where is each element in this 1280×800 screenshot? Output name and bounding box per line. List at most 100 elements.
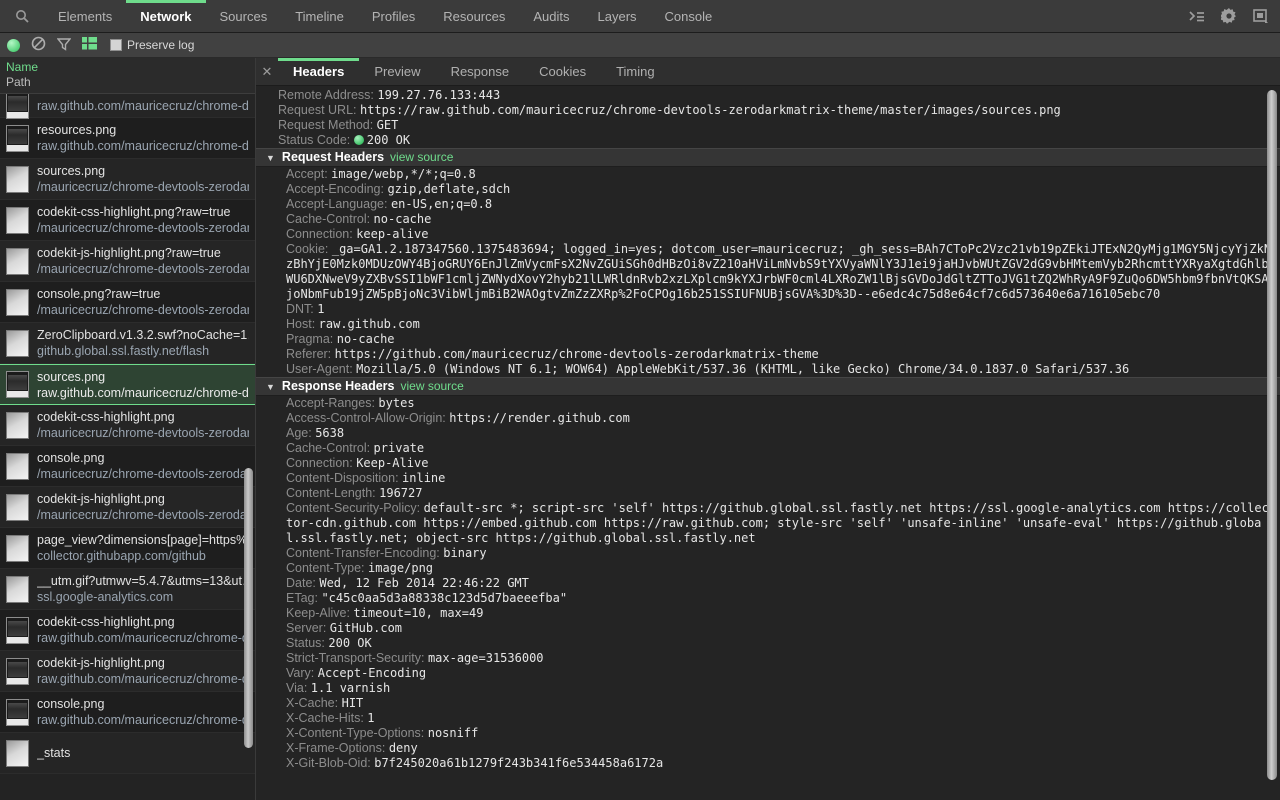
- request-name: console.png?raw=true: [37, 286, 249, 302]
- tab-timeline[interactable]: Timeline: [281, 0, 358, 32]
- request-list-scrollbar[interactable]: [244, 468, 253, 748]
- tab-audits[interactable]: Audits: [519, 0, 583, 32]
- tab-sources[interactable]: Sources: [206, 0, 282, 32]
- header-row: Pragma: no-cache: [256, 332, 1280, 347]
- request-list-panel: Name Path raw.github.com/mauricecruz/chr…: [0, 58, 256, 800]
- request-thumbnail-icon: [6, 125, 29, 152]
- header-row: Content-Length: 196727: [256, 486, 1280, 501]
- header-value: inline: [402, 471, 445, 485]
- header-row: X-Cache: HIT: [256, 696, 1280, 711]
- tab-elements[interactable]: Elements: [44, 0, 126, 32]
- header-row: Vary: Accept-Encoding: [256, 666, 1280, 681]
- preserve-log-checkbox[interactable]: [110, 39, 122, 51]
- header-name: X-Git-Blob-Oid:: [286, 756, 374, 770]
- header-value: default-src *; script-src 'self' https:/…: [286, 501, 1269, 545]
- request-list-item[interactable]: sources.pngraw.github.com/mauricecruz/ch…: [0, 364, 255, 405]
- header-name: X-Content-Type-Options:: [286, 726, 428, 740]
- header-value: b7f245020a61b1279f243b341f6e534458a6172a: [374, 756, 663, 770]
- header-name: DNT:: [286, 302, 317, 316]
- view-source-link[interactable]: view source: [400, 379, 463, 393]
- status-ok-dot-icon: [354, 135, 364, 145]
- tab-cookies[interactable]: Cookies: [524, 58, 601, 85]
- request-list-item[interactable]: codekit-js-highlight.pngraw.github.com/m…: [0, 651, 255, 692]
- header-row: Host: raw.github.com: [256, 317, 1280, 332]
- request-list-item[interactable]: sources.png/mauricecruz/chrome-devtools-…: [0, 159, 255, 200]
- request-thumbnail-icon: [6, 289, 29, 316]
- use-large-rows-icon[interactable]: [82, 37, 97, 53]
- request-text: resources.pngraw.github.com/mauricecruz/…: [37, 122, 249, 154]
- dock-window-icon[interactable]: [1248, 3, 1274, 29]
- column-name-label: Name: [6, 60, 249, 75]
- header-row: Cache-Control: no-cache: [256, 212, 1280, 227]
- request-headers-section-header[interactable]: ▼ Request Headers view source: [256, 148, 1280, 167]
- request-list-item[interactable]: codekit-css-highlight.pngraw.github.com/…: [0, 610, 255, 651]
- tab-response[interactable]: Response: [436, 58, 525, 85]
- tab-network[interactable]: Network: [126, 0, 205, 32]
- request-list-item[interactable]: __utm.gif?utmwv=5.4.7&utms=13&ut…ssl.goo…: [0, 569, 255, 610]
- network-toolbar: Preserve log: [0, 33, 1280, 58]
- request-list-item[interactable]: console.png/mauricecruz/chrome-devtools-…: [0, 446, 255, 487]
- request-name: codekit-css-highlight.png: [37, 614, 249, 630]
- header-name: Age:: [286, 426, 315, 440]
- request-list-item[interactable]: codekit-css-highlight.png/mauricecruz/ch…: [0, 405, 255, 446]
- request-path: ssl.google-analytics.com: [37, 589, 249, 605]
- header-row: Content-Security-Policy: default-src *; …: [256, 501, 1280, 546]
- request-list-item[interactable]: console.pngraw.github.com/mauricecruz/ch…: [0, 692, 255, 733]
- request-name: __utm.gif?utmwv=5.4.7&utms=13&ut…: [37, 573, 249, 589]
- request-list-item[interactable]: codekit-js-highlight.png/mauricecruz/chr…: [0, 487, 255, 528]
- tab-label: Console: [665, 9, 713, 24]
- record-dot-icon[interactable]: [7, 39, 20, 52]
- header-name: Host:: [286, 317, 319, 331]
- tab-layers[interactable]: Layers: [584, 0, 651, 32]
- view-source-link[interactable]: view source: [390, 150, 453, 164]
- header-value: https://github.com/mauricecruz/chrome-de…: [335, 347, 819, 361]
- request-list-item[interactable]: page_view?dimensions[page]=https%…collec…: [0, 528, 255, 569]
- tab-label: Audits: [533, 9, 569, 24]
- header-row: Request URL: https://raw.github.com/maur…: [256, 103, 1280, 118]
- header-name: Accept-Language:: [286, 197, 391, 211]
- header-name: Cache-Control:: [286, 212, 374, 226]
- request-list[interactable]: raw.github.com/mauricecruz/chrome-de reso…: [0, 94, 255, 800]
- response-headers-section-header[interactable]: ▼ Response Headers view source: [256, 377, 1280, 396]
- request-path: /mauricecruz/chrome-devtools-zerodark: [37, 466, 249, 482]
- request-list-item[interactable]: codekit-js-highlight.png?raw=true/mauric…: [0, 241, 255, 282]
- request-thumbnail-icon: [6, 330, 29, 357]
- header-row: Strict-Transport-Security: max-age=31536…: [256, 651, 1280, 666]
- tab-preview[interactable]: Preview: [359, 58, 435, 85]
- tab-console[interactable]: Console: [651, 0, 727, 32]
- tab-profiles[interactable]: Profiles: [358, 0, 429, 32]
- response-headers-title: Response Headers: [282, 379, 395, 393]
- request-text: page_view?dimensions[page]=https%…collec…: [37, 532, 249, 564]
- request-text: codekit-js-highlight.pngraw.github.com/m…: [37, 655, 249, 687]
- request-list-item[interactable]: resources.pngraw.github.com/mauricecruz/…: [0, 118, 255, 159]
- request-name: codekit-css-highlight.png?raw=true: [37, 204, 249, 220]
- search-icon[interactable]: [0, 0, 44, 32]
- general-section: Remote Address: 199.27.76.133:443Request…: [256, 88, 1280, 148]
- tab-headers[interactable]: Headers: [278, 58, 359, 85]
- request-list-item[interactable]: console.png?raw=true/mauricecruz/chrome-…: [0, 282, 255, 323]
- tab-resources[interactable]: Resources: [429, 0, 519, 32]
- header-row: Referer: https://github.com/mauricecruz/…: [256, 347, 1280, 362]
- headers-view[interactable]: Remote Address: 199.27.76.133:443Request…: [256, 86, 1280, 800]
- headers-scrollbar[interactable]: [1267, 90, 1277, 780]
- request-list-item[interactable]: _stats: [0, 733, 255, 774]
- request-name: ZeroClipboard.v1.3.2.swf?noCache=1…: [37, 327, 249, 343]
- request-thumbnail-icon: [6, 576, 29, 603]
- tab-timing[interactable]: Timing: [601, 58, 670, 85]
- header-row: Accept-Ranges: bytes: [256, 396, 1280, 411]
- request-list-item[interactable]: codekit-css-highlight.png?raw=true/mauri…: [0, 200, 255, 241]
- header-value: keep-alive: [356, 227, 428, 241]
- console-drawer-icon[interactable]: [1184, 3, 1210, 29]
- preserve-log-toggle[interactable]: Preserve log: [110, 38, 194, 52]
- header-row: X-Frame-Options: deny: [256, 741, 1280, 756]
- header-name: Content-Length:: [286, 486, 379, 500]
- request-list-item[interactable]: raw.github.com/mauricecruz/chrome-de: [0, 94, 255, 118]
- close-icon[interactable]: ✕: [256, 58, 278, 85]
- header-name: Cache-Control:: [286, 441, 374, 455]
- funnel-filter-icon[interactable]: [57, 37, 71, 54]
- devtools-panel-tabbar: Elements Network Sources Timeline Profil…: [0, 0, 1280, 33]
- gear-icon[interactable]: [1216, 3, 1242, 29]
- request-name: codekit-js-highlight.png: [37, 655, 249, 671]
- clear-no-entry-icon[interactable]: [31, 36, 46, 54]
- request-list-item[interactable]: ZeroClipboard.v1.3.2.swf?noCache=1…githu…: [0, 323, 255, 364]
